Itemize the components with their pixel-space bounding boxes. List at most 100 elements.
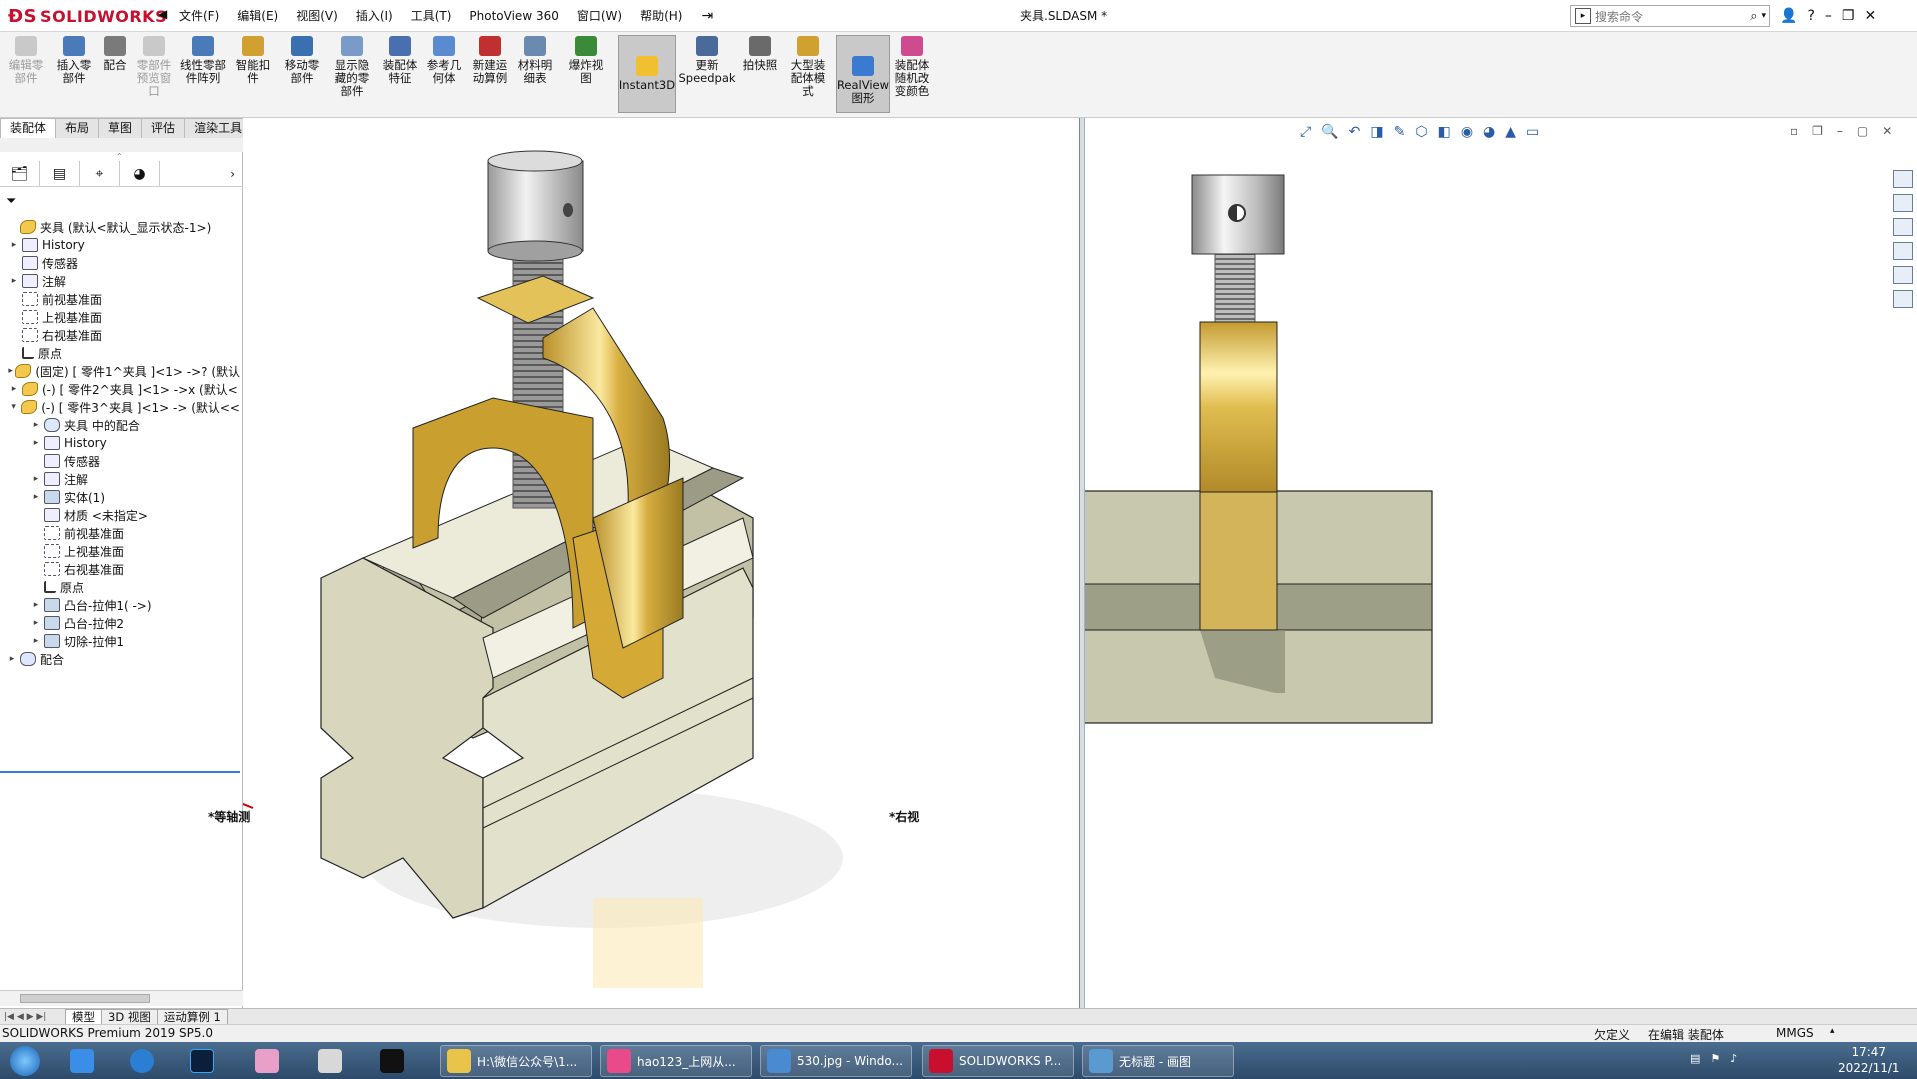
ribbon-button-3[interactable]: 零部件 预览窗 口 [136,36,172,98]
rollback-bar[interactable] [0,771,240,773]
menu-item-0[interactable]: 文件(F) [170,0,228,32]
clock[interactable]: 17:47 2022/11/1 [1838,1044,1900,1076]
config-tab-icon[interactable]: ⌖ [80,161,120,187]
ribbon-button-11[interactable]: 材料明 细表 [515,36,555,85]
apply-scene-icon[interactable]: ▲ [1505,124,1516,140]
ribbon-button-4[interactable]: 线性零部 件阵列 [176,36,230,85]
close-icon[interactable]: ✕ [1864,8,1876,24]
ribbon-button-8[interactable]: 装配体 特征 [380,36,420,85]
ribbon-button-2[interactable]: 配合 [100,36,130,72]
home-icon[interactable] [1893,170,1913,188]
bottom-tab-0[interactable]: 模型 [65,1008,102,1025]
solidworks-logo[interactable]: ƉS SOLIDWORKS [8,6,167,27]
expand-arrow-icon[interactable]: ▸ [30,618,42,628]
taskbar-pin-browser[interactable] [130,1045,160,1077]
edit-appearance-icon[interactable]: ◕ [1483,124,1495,140]
taskbar-window-2[interactable]: 530.jpg - Windo... [760,1045,912,1077]
panel-grip-icon[interactable]: ⌃ [116,152,123,161]
viewport-restore-icon[interactable]: ❐ [1812,124,1823,138]
ribbon-button-12[interactable]: 爆炸视 图 [566,36,606,85]
unit-system[interactable]: MMGS [1776,1026,1814,1040]
flag-icon[interactable]: ⚑ [1710,1052,1720,1065]
help-icon[interactable]: ? [1807,8,1814,24]
tab-nav-arrows-icon[interactable]: |◀ ◀ ▶ ▶| [0,1012,65,1022]
network-icon[interactable]: ▤ [1690,1052,1700,1065]
volume-icon[interactable]: ♪ [1730,1052,1737,1065]
taskbar-pin-cloud[interactable] [70,1045,100,1077]
tab-4[interactable]: 渲染工具 [184,118,253,138]
restore-icon[interactable]: ❐ [1842,8,1855,24]
previous-view-icon[interactable]: ↶ [1349,124,1361,140]
ribbon-button-6[interactable]: 移动零 部件 [280,36,324,85]
taskbar-window-1[interactable]: hao123_上网从... [600,1045,752,1077]
menu-item-5[interactable]: PhotoView 360 [460,0,567,32]
zoom-area-icon[interactable]: 🔍 [1321,124,1338,140]
expand-arrow-icon[interactable]: ▸ [30,438,42,448]
taskbar-pin-app[interactable] [255,1045,285,1077]
appearance-tab-icon[interactable]: ◕ [120,161,160,187]
view-orientation-icon[interactable]: ⬡ [1415,124,1427,140]
search-box[interactable]: ▸ 搜索命令 ⌕ ▾ [1570,5,1770,27]
ribbon-button-5[interactable]: 智能扣 件 [235,36,271,85]
taskbar-window-0[interactable]: H:\微信公众号\1... [440,1045,592,1077]
taskbar-window-4[interactable]: 无标题 - 画图 [1082,1045,1234,1077]
search-icon[interactable]: ⌕ [1750,9,1757,24]
expand-arrow-icon[interactable]: ▸ [8,240,20,250]
ribbon-button-9[interactable]: 参考几 何体 [424,36,464,85]
menu-item-3[interactable]: 插入(I) [347,0,402,32]
menu-item-7[interactable]: 帮助(H) [631,0,691,32]
ribbon-button-1[interactable]: 插入零 部件 [52,36,96,85]
view-settings-icon[interactable]: ▭ [1526,124,1539,140]
design-library-icon[interactable] [1893,194,1913,212]
section-view-icon[interactable]: ◨ [1370,124,1383,140]
expand-arrow-icon[interactable]: ▸ [30,420,42,430]
chevron-down-icon[interactable]: ▾ [1761,11,1766,21]
ribbon-button-10[interactable]: 新建运 动算例 [470,36,510,85]
bottom-tab-2[interactable]: 运动算例 1 [156,1008,228,1025]
viewport-maximize-icon[interactable]: ▢ [1857,124,1868,138]
taskbar-pin-media[interactable] [380,1045,410,1077]
menu-item-4[interactable]: 工具(T) [402,0,461,32]
bottom-tab-1[interactable]: 3D 视图 [101,1008,158,1025]
ribbon-button-13[interactable]: Instant3D [618,35,676,113]
ribbon-button-7[interactable]: 显示隐 藏的零 部件 [330,36,374,98]
ribbon-button-0[interactable]: 编辑零 部件 [8,36,44,85]
viewport-minimize-icon[interactable]: – [1837,124,1843,138]
expand-arrow-icon[interactable]: ▸ [30,600,42,610]
menu-item-1[interactable]: 编辑(E) [228,0,287,32]
menu-collapse-arrow-icon[interactable]: ◀ [158,7,167,21]
expand-arrow-icon[interactable]: ▸ [8,366,13,376]
ribbon-button-14[interactable]: 更新 Speedpak [678,36,736,85]
viewport-close-icon[interactable]: ✕ [1882,124,1892,138]
tree-item[interactable]: ▸ 配合 [0,648,240,670]
menu-item-2[interactable]: 视图(V) [287,0,347,32]
search-input[interactable]: 搜索命令 [1595,8,1750,25]
file-explorer-icon[interactable] [1893,218,1913,236]
view-palette-icon[interactable] [1893,242,1913,260]
expand-arrow-icon[interactable]: ▸ [30,474,42,484]
tab-2[interactable]: 草图 [98,118,143,138]
tab-0[interactable]: 装配体 [0,118,57,138]
pin-menu-icon[interactable]: ⇥ [691,0,723,32]
ribbon-button-15[interactable]: 拍快照 [742,36,778,72]
expand-arrow-icon[interactable]: ▸ [8,384,20,394]
link-views-icon[interactable]: ▫ [1790,124,1798,138]
expand-arrow-icon[interactable]: ▸ [30,636,42,646]
taskbar-pin-tool[interactable] [318,1045,348,1077]
hide-show-items-icon[interactable]: ◉ [1461,124,1473,140]
unit-system-chevron-icon[interactable]: ▴ [1830,1026,1835,1036]
user-icon[interactable]: 👤 [1780,8,1797,24]
menu-item-6[interactable]: 窗口(W) [568,0,631,32]
horizontal-scrollbar[interactable] [0,990,243,1006]
tab-1[interactable]: 布局 [55,118,100,138]
tab-3[interactable]: 评估 [141,118,186,138]
viewport-right[interactable]: *右视 [889,118,1917,1008]
expand-arrow-icon[interactable]: ▸ [30,492,42,502]
minimize-icon[interactable]: – [1825,8,1832,24]
taskbar-pin-photoshop[interactable] [190,1045,220,1077]
viewport-isometric[interactable]: *等轴测 [202,118,1079,1008]
zoom-to-fit-icon[interactable]: ⤢ [1300,124,1311,140]
chevron-right-icon[interactable]: › [160,161,243,186]
ribbon-button-17[interactable]: RealView 图形 [836,35,890,113]
custom-properties-icon[interactable] [1893,290,1913,308]
